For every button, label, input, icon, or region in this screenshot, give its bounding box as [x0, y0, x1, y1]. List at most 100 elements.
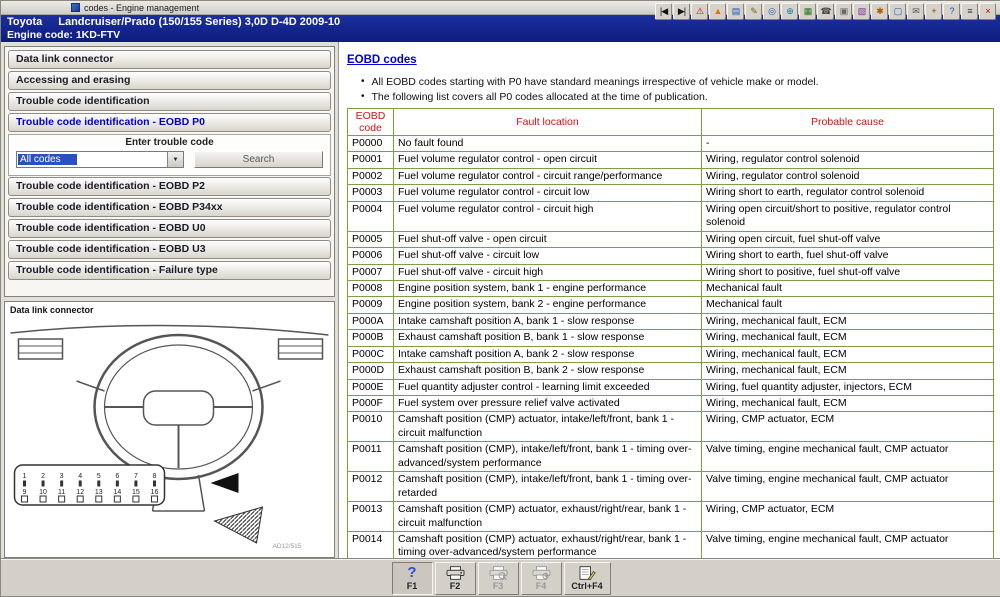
nav-last-icon[interactable]: ▶| — [673, 3, 690, 20]
cause-cell: Wiring, fuel quantity adjuster, injector… — [702, 379, 994, 395]
pin-contact — [116, 481, 119, 487]
table-row: P000AIntake camshaft position A, bank 1 … — [348, 313, 994, 329]
code-cell: P0010 — [348, 412, 394, 442]
add-icon[interactable]: + — [925, 3, 942, 20]
settings-icon[interactable]: ✱ — [871, 3, 888, 20]
cause-cell: Wiring open circuit/short to positive, r… — [702, 201, 994, 231]
grid-icon[interactable]: ▦ — [799, 3, 816, 20]
pin-14: 14 — [113, 489, 121, 496]
search-row: All codes ▼ Search — [9, 151, 330, 168]
table-row: P0000No fault found- — [348, 136, 994, 152]
bullet-item: •All EOBD codes starting with P0 have st… — [361, 76, 991, 88]
sidebar-item-trouble-code-identification-eobd-p0[interactable]: Trouble code identification - EOBD P0 — [8, 113, 331, 132]
phone-icon[interactable]: ☎ — [817, 3, 834, 20]
sidebar-item-trouble-code-identification-eobd-p2[interactable]: Trouble code identification - EOBD P2 — [8, 177, 331, 196]
pin-16: 16 — [151, 489, 159, 496]
footer-button-f2[interactable]: F2 — [435, 562, 476, 595]
footer-button-f4[interactable]: F4 — [521, 562, 562, 595]
footer-button-label: F2 — [450, 581, 461, 591]
diagram-icon[interactable]: ▧ — [853, 3, 870, 20]
cause-cell: Valve timing, engine mechanical fault, C… — [702, 472, 994, 502]
help-icon: ? — [407, 566, 416, 580]
footer-button-ctrl-f4[interactable]: Ctrl+F4 — [564, 562, 611, 595]
sidebar-item-accessing-and-erasing[interactable]: Accessing and erasing — [8, 71, 331, 90]
pin-10: 10 — [39, 489, 47, 496]
pointer-arrow — [211, 473, 239, 493]
edit-icon[interactable]: ✎ — [745, 3, 762, 20]
sidebar-item-trouble-code-identification-failure-type[interactable]: Trouble code identification - Failure ty… — [8, 261, 331, 280]
sidebar-item-trouble-code-identification-eobd-u3[interactable]: Trouble code identification - EOBD U3 — [8, 240, 331, 259]
code-cell: P000B — [348, 330, 394, 346]
trouble-code-combo[interactable]: All codes ▼ — [16, 151, 184, 168]
code-cell: P0003 — [348, 185, 394, 201]
globe-icon[interactable]: ⊕ — [781, 3, 798, 20]
pin-contact — [134, 481, 137, 487]
sidebar: Data link connector Accessing and erasing… — [1, 42, 338, 561]
code-cell: P0000 — [348, 136, 394, 152]
cause-cell: Valve timing, engine mechanical fault, C… — [702, 442, 994, 472]
sidebar-buttons-bottom: Trouble code identification - EOBD P2 Tro… — [7, 177, 332, 280]
pin-contact — [79, 481, 82, 487]
combo-dropdown-button[interactable]: ▼ — [167, 152, 183, 167]
code-cell: P000E — [348, 379, 394, 395]
table-row: P000FFuel system over pressure relief va… — [348, 396, 994, 412]
code-cell: P0002 — [348, 168, 394, 184]
fault-cell: Camshaft position (CMP), intake/left/fro… — [394, 442, 702, 472]
table-row: P0001Fuel volume regulator control - ope… — [348, 152, 994, 168]
table-row: P0010Camshaft position (CMP) actuator, i… — [348, 412, 994, 442]
cause-cell: Wiring, mechanical fault, ECM — [702, 330, 994, 346]
pin-2: 2 — [41, 473, 45, 480]
pin-6: 6 — [115, 473, 119, 480]
location-arrow — [215, 507, 263, 543]
table-row: P0014Camshaft position (CMP) actuator, e… — [348, 531, 994, 561]
diagram-ref: AD12/515 — [273, 543, 302, 550]
search-icon[interactable]: ◎ — [763, 3, 780, 20]
cause-cell: Wiring, mechanical fault, ECM — [702, 346, 994, 362]
pin-9: 9 — [23, 489, 27, 496]
footer-button-f3[interactable]: F3 — [478, 562, 519, 595]
cause-cell: Wiring, regulator control solenoid — [702, 152, 994, 168]
fault-cell: Exhaust camshaft position B, bank 2 - sl… — [394, 363, 702, 379]
vehicle-model: Landcruiser/Prado (150/155 Series) 3,0D … — [58, 16, 340, 28]
sidebar-item-data-link-connector[interactable]: Data link connector — [8, 50, 331, 69]
sidebar-item-trouble-code-identification-eobd-p34xx[interactable]: Trouble code identification - EOBD P34xx — [8, 198, 331, 217]
bulletin-icon[interactable]: ▤ — [727, 3, 744, 20]
photo-icon[interactable]: ▣ — [835, 3, 852, 20]
screen-icon[interactable]: ▢ — [889, 3, 906, 20]
close-icon[interactable]: × — [979, 3, 996, 20]
hazard-icon[interactable]: ▲ — [709, 3, 726, 20]
nav-first-icon[interactable]: |◀ — [655, 3, 672, 20]
fault-cell: Fuel shut-off valve - circuit low — [394, 248, 702, 264]
menu-icon[interactable]: ≡ — [961, 3, 978, 20]
toolbar: |◀▶|⚠▲▤✎◎⊕▦☎▣▧✱▢✉+?≡× — [655, 3, 996, 20]
fault-cell: Fuel quantity adjuster control - learnin… — [394, 379, 702, 395]
cause-cell: Valve timing, engine mechanical fault, C… — [702, 531, 994, 561]
data-link-connector-panel: Data link connector — [4, 301, 335, 558]
pin-4: 4 — [78, 473, 82, 480]
cause-cell: Wiring open circuit, fuel shut-off valve — [702, 231, 994, 247]
table-row: P0003Fuel volume regulator control - cir… — [348, 185, 994, 201]
table-header-row: EOBD codeFault locationProbable cause — [348, 109, 994, 136]
code-cell: P0007 — [348, 264, 394, 280]
search-button[interactable]: Search — [194, 151, 323, 168]
table-row: P0013Camshaft position (CMP) actuator, e… — [348, 502, 994, 532]
sidebar-item-trouble-code-identification-eobd-u0[interactable]: Trouble code identification - EOBD U0 — [8, 219, 331, 238]
warning-icon[interactable]: ⚠ — [691, 3, 708, 20]
table-row: P0004Fuel volume regulator control - cir… — [348, 201, 994, 231]
table-row: P0009Engine position system, bank 2 - en… — [348, 297, 994, 313]
pin-15: 15 — [132, 489, 140, 496]
column-header: EOBD code — [348, 109, 394, 136]
sidebar-buttons-top: Data link connector Accessing and erasing… — [7, 50, 332, 132]
mail-icon[interactable]: ✉ — [907, 3, 924, 20]
fault-cell: Fuel shut-off valve - open circuit — [394, 231, 702, 247]
code-cell: P0004 — [348, 201, 394, 231]
footer-button-f1[interactable]: ?F1 — [392, 562, 433, 595]
pin-contact — [60, 481, 63, 487]
pin-contact — [97, 481, 100, 487]
table-row: P0005Fuel shut-off valve - open circuitW… — [348, 231, 994, 247]
printer-preview-icon — [489, 566, 508, 580]
combo-selected-value: All codes — [17, 152, 167, 167]
help-icon[interactable]: ? — [943, 3, 960, 20]
sidebar-item-trouble-code-identification[interactable]: Trouble code identification — [8, 92, 331, 111]
pin-5: 5 — [97, 473, 101, 480]
